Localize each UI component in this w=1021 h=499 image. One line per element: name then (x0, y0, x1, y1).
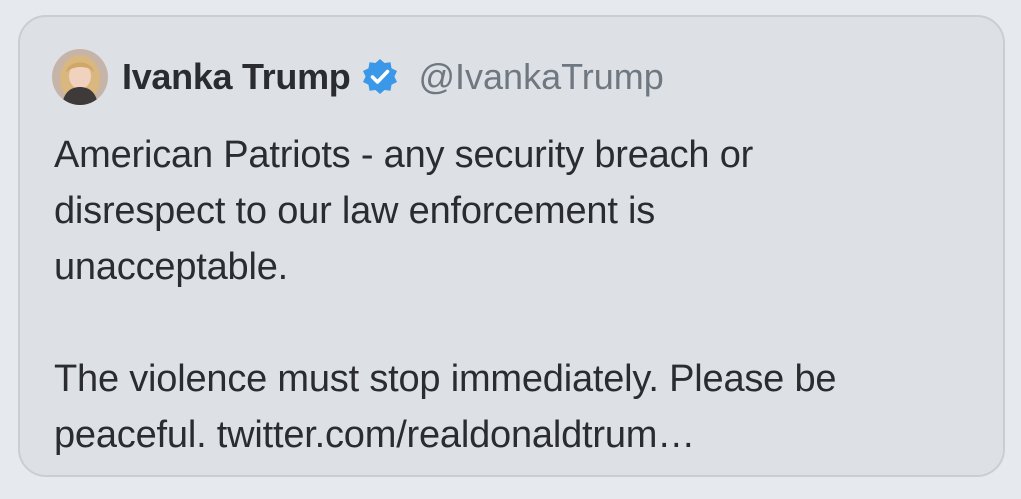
profile-photo-avatar-icon (52, 49, 108, 105)
tweet-link[interactable]: twitter.com/realdonaldtrum… (217, 414, 695, 456)
tweet-paragraph-2: The violence must stop immediately. Plea… (54, 351, 984, 463)
author-handle[interactable]: @IvankaTrump (418, 56, 663, 98)
author-display-name[interactable]: Ivanka Trump (122, 56, 351, 98)
verified-badge-icon (360, 57, 400, 97)
quoted-tweet-card[interactable]: Ivanka Trump @IvankaTrump American Patri… (18, 15, 1005, 477)
tweet-paragraph-1: American Patriots - any security breach … (54, 134, 754, 288)
avatar[interactable] (52, 49, 108, 105)
tweet-header: Ivanka Trump @IvankaTrump (52, 49, 664, 105)
tweet-text: American Patriots - any security breach … (54, 127, 984, 463)
